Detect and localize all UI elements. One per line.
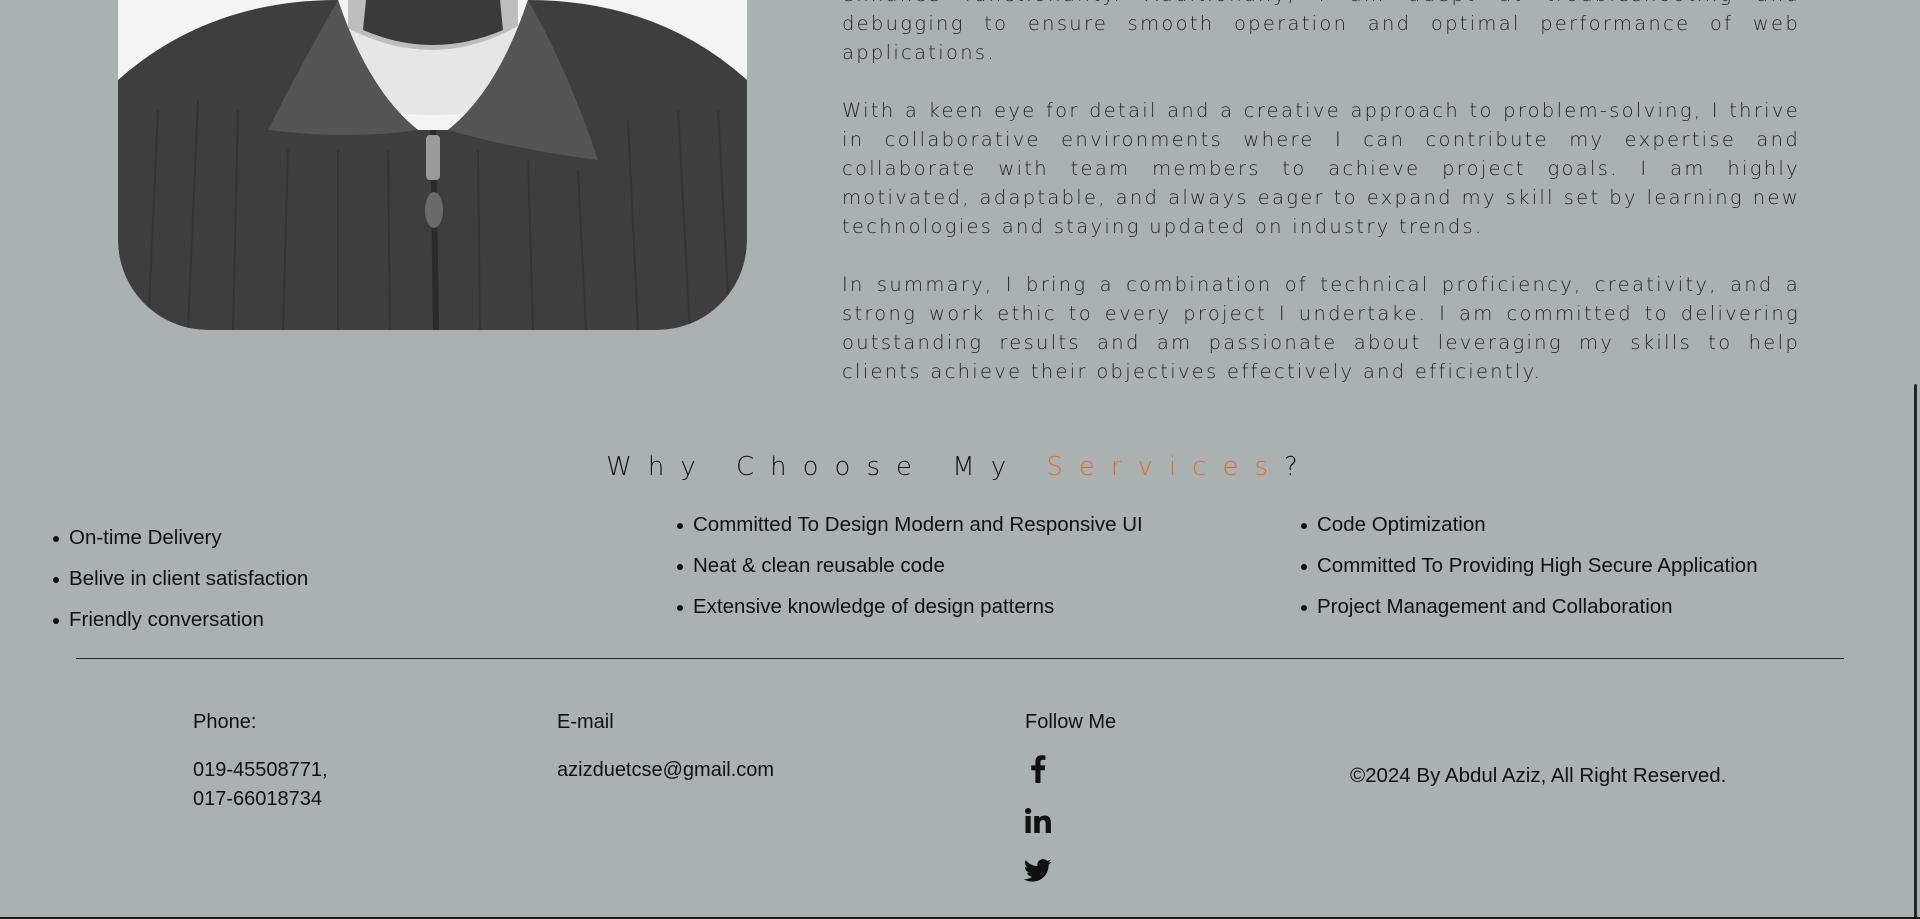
list-item: Code Optimization [1301, 512, 1758, 553]
services-list-3: Code Optimization Committed To Providing… [1301, 512, 1758, 635]
profile-photo [118, 0, 747, 330]
phone-numbers: 019-45508771, 017-66018734 [193, 756, 328, 814]
phone-number: 017-66018734 [193, 788, 323, 810]
page: enhance functionality. Additionally, I a… [0, 0, 1920, 919]
linkedin-icon-glyph [1025, 807, 1051, 833]
why-heading-suffix: ? [1284, 452, 1314, 482]
phone-label: Phone: [193, 711, 257, 733]
list-item: Belive in client satisfaction [53, 566, 308, 607]
services-list-2: Committed To Design Modern and Responsiv… [677, 512, 1143, 635]
email-address[interactable]: azizduetcse@gmail.com [557, 756, 774, 785]
twitter-icon-glyph [1024, 858, 1052, 882]
why-choose-heading: Why Choose My Services? [0, 452, 1920, 482]
list-item: Committed To Providing High Secure Appli… [1301, 553, 1758, 594]
about-paragraph: With a keen eye for detail and a creativ… [842, 99, 1800, 238]
why-heading-prefix: Why Choose My [606, 452, 1047, 482]
list-item: Friendly conversation [53, 607, 308, 648]
facebook-icon-glyph [1031, 755, 1046, 783]
about-text: enhance functionality. Additionally, I a… [842, 0, 1800, 415]
why-heading-accent: Services [1046, 452, 1284, 482]
copyright-text: ©2024 By Abdul Aziz, All Right Reserved. [1350, 764, 1727, 787]
list-item: Committed To Design Modern and Responsiv… [677, 512, 1143, 553]
facebook-icon[interactable] [1023, 754, 1053, 784]
linkedin-icon[interactable] [1023, 805, 1053, 835]
list-item: Extensive knowledge of design patterns [677, 594, 1143, 635]
services-list-1: On-time Delivery Belive in client satisf… [53, 525, 308, 648]
about-paragraph: In summary, I bring a combination of tec… [842, 273, 1800, 383]
list-item: Neat & clean reusable code [677, 553, 1143, 594]
scrollbar-thumb[interactable] [1914, 384, 1917, 919]
phone-number: 019-45508771, [193, 759, 328, 781]
list-item: On-time Delivery [53, 525, 308, 566]
twitter-icon[interactable] [1023, 855, 1053, 885]
about-paragraph: enhance functionality. Additionally, I a… [842, 0, 1800, 64]
profile-photo-image [118, 0, 747, 330]
follow-me-label: Follow Me [1025, 711, 1117, 733]
footer-divider [76, 658, 1844, 659]
email-label: E-mail [557, 711, 614, 733]
list-item: Project Management and Collaboration [1301, 594, 1758, 635]
